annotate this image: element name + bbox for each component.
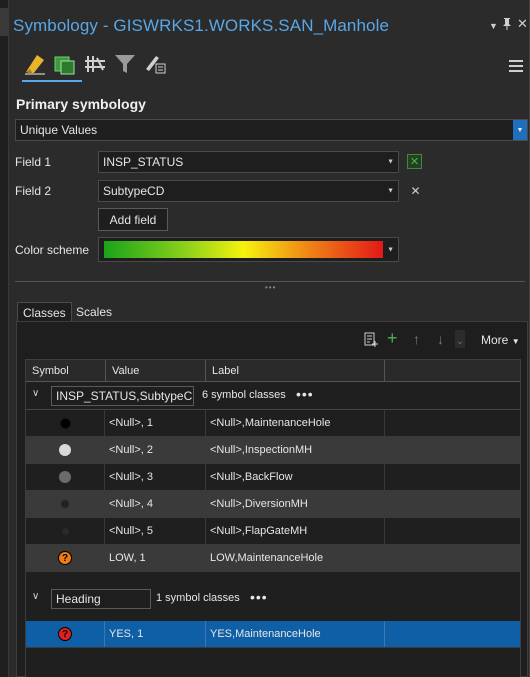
small-dark-circle-icon: [61, 527, 69, 535]
chevron-down-icon[interactable]: ▼: [513, 120, 527, 140]
group1-options-icon[interactable]: •••: [296, 386, 314, 402]
field1-label: Field 1: [15, 155, 52, 169]
field1-value: INSP_STATUS: [103, 155, 184, 169]
pane-title: Symbology - GISWRKS1.WORKS.SAN_Manhole: [13, 16, 390, 35]
group2-heading-input[interactable]: Heading: [51, 589, 151, 609]
group-heading-row: ∨ INSP_STATUS,SubtypeCD 6 symbol classes…: [26, 382, 520, 410]
row-value: <Null>, 2: [105, 437, 206, 463]
field2-label: Field 2: [15, 184, 52, 198]
symbol-layers-icon[interactable]: [81, 50, 109, 78]
menu-dropdown-icon[interactable]: ▼: [489, 21, 498, 31]
color-ramp-preview: [104, 241, 383, 258]
tab-scales[interactable]: Scales: [71, 302, 117, 322]
col-value[interactable]: Value: [106, 360, 206, 382]
close-icon[interactable]: ✕: [517, 16, 528, 32]
tab-classes[interactable]: Classes: [17, 302, 72, 322]
group1-count: 6 symbol classes: [202, 389, 286, 401]
symbology-pane: Symbology - GISWRKS1.WORKS.SAN_Manhole ▼…: [9, 0, 530, 677]
collapse-chevron-icon[interactable]: ∨: [32, 591, 39, 602]
options-menu-icon[interactable]: [509, 60, 523, 75]
row-value: YES, 1: [105, 621, 206, 647]
group1-heading-input[interactable]: INSP_STATUS,SubtypeCD: [51, 386, 194, 406]
red-question-icon: ?: [58, 627, 72, 641]
light-gray-circle-icon: [59, 444, 71, 456]
orange-question-icon: ?: [58, 551, 72, 565]
small-dark-circle-icon: [61, 500, 69, 508]
classes-grid: Symbol Value Label ∨ INSP_STATUS,Subtype…: [25, 359, 521, 677]
pin-icon[interactable]: [502, 18, 512, 33]
color-scheme-label: Color scheme: [15, 243, 90, 257]
symbol-swatch[interactable]: ?: [26, 621, 105, 647]
filter-icon[interactable]: [111, 50, 139, 78]
remove-field1-icon[interactable]: ✕: [407, 154, 422, 169]
row-label[interactable]: <Null>,DiversionMH: [206, 491, 385, 517]
table-row[interactable]: <Null>, 3 <Null>,BackFlow: [26, 464, 520, 491]
field2-value: SubtypeCD: [103, 184, 165, 198]
title-bar: Symbology - GISWRKS1.WORKS.SAN_Manhole ▼…: [9, 10, 530, 40]
more-menu-button[interactable]: More ▼: [481, 333, 520, 347]
grip-dots-icon: •••: [265, 283, 277, 292]
move-bottom-icon[interactable]: ⌄: [455, 330, 465, 348]
more-options-doc-icon[interactable]: [363, 332, 379, 351]
table-row-selected[interactable]: ? YES, 1 YES,MaintenanceHole: [26, 621, 520, 648]
more-menu-label: More: [481, 333, 509, 347]
black-circle-icon: [59, 417, 71, 429]
group2-options-icon[interactable]: •••: [250, 589, 268, 605]
group-heading-row: ∨ Heading 1 symbol classes •••: [26, 585, 520, 615]
chevron-down-icon: ▼: [387, 158, 394, 166]
row-label[interactable]: <Null>,InspectionMH: [206, 437, 385, 463]
chevron-down-icon: ▼: [387, 246, 394, 253]
col-symbol[interactable]: Symbol: [26, 360, 106, 382]
table-row[interactable]: <Null>, 5 <Null>,FlapGateMH: [26, 518, 520, 545]
row-value: <Null>, 5: [105, 518, 206, 544]
vary-symbology-icon[interactable]: [51, 50, 79, 78]
table-row[interactable]: <Null>, 2 <Null>,InspectionMH: [26, 437, 520, 464]
table-row[interactable]: <Null>, 1 <Null>,MaintenanceHole: [26, 410, 520, 437]
collapse-chevron-icon[interactable]: ∨: [32, 388, 39, 399]
renderer-select-value: Unique Values: [20, 123, 98, 137]
row-label[interactable]: <Null>,FlapGateMH: [206, 518, 385, 544]
symbology-toolbar: [19, 48, 529, 84]
col-label[interactable]: Label: [206, 360, 385, 382]
symbol-swatch[interactable]: [26, 410, 105, 436]
move-down-icon[interactable]: ↓: [437, 331, 444, 347]
grid-header: Symbol Value Label: [26, 360, 520, 382]
primary-symbology-icon[interactable]: [21, 50, 49, 78]
side-strip: [0, 0, 9, 677]
symbol-swatch[interactable]: ?: [26, 545, 105, 571]
symbol-swatch[interactable]: [26, 491, 105, 517]
chevron-down-icon: ▼: [387, 187, 394, 195]
chevron-down-icon: ▼: [511, 337, 520, 346]
row-value: <Null>, 4: [105, 491, 206, 517]
active-tool-underline: [22, 80, 82, 82]
symbol-swatch[interactable]: [26, 437, 105, 463]
row-label[interactable]: LOW,MaintenanceHole: [206, 545, 385, 571]
row-label[interactable]: <Null>,BackFlow: [206, 464, 385, 490]
symbol-swatch[interactable]: [26, 518, 105, 544]
symbol-swatch[interactable]: [26, 464, 105, 490]
row-value: LOW, 1: [105, 545, 206, 571]
move-up-icon[interactable]: ↑: [413, 331, 420, 347]
row-label[interactable]: YES,MaintenanceHole: [206, 621, 385, 647]
add-class-icon[interactable]: +: [387, 328, 398, 349]
primary-symbology-title: Primary symbology: [16, 96, 146, 112]
classes-panel: + ↑ ↓ ⌄ More ▼ Symbol Value Label ∨ INSP…: [16, 321, 528, 677]
table-row[interactable]: <Null>, 4 <Null>,DiversionMH: [26, 491, 520, 518]
classes-toolbar: + ↑ ↓ ⌄ More ▼: [361, 328, 530, 352]
splitter[interactable]: •••: [15, 281, 525, 292]
row-value: <Null>, 3: [105, 464, 206, 490]
row-value: <Null>, 1: [105, 410, 206, 436]
gray-circle-icon: [59, 471, 71, 483]
group2-count: 1 symbol classes: [156, 592, 240, 604]
renderer-select[interactable]: Unique Values ▼: [15, 119, 528, 141]
label-classes-icon[interactable]: [141, 50, 169, 78]
table-row[interactable]: ? LOW, 1 LOW,MaintenanceHole: [26, 545, 520, 572]
row-label[interactable]: <Null>,MaintenanceHole: [206, 410, 385, 436]
add-field-button[interactable]: Add field: [98, 208, 168, 231]
remove-field2-icon[interactable]: ✕: [409, 183, 422, 198]
color-scheme-select[interactable]: ▼: [98, 237, 399, 262]
side-strip-highlight: [0, 8, 9, 36]
field1-select[interactable]: INSP_STATUS ▼: [98, 151, 399, 173]
field2-select[interactable]: SubtypeCD ▼: [98, 180, 399, 202]
